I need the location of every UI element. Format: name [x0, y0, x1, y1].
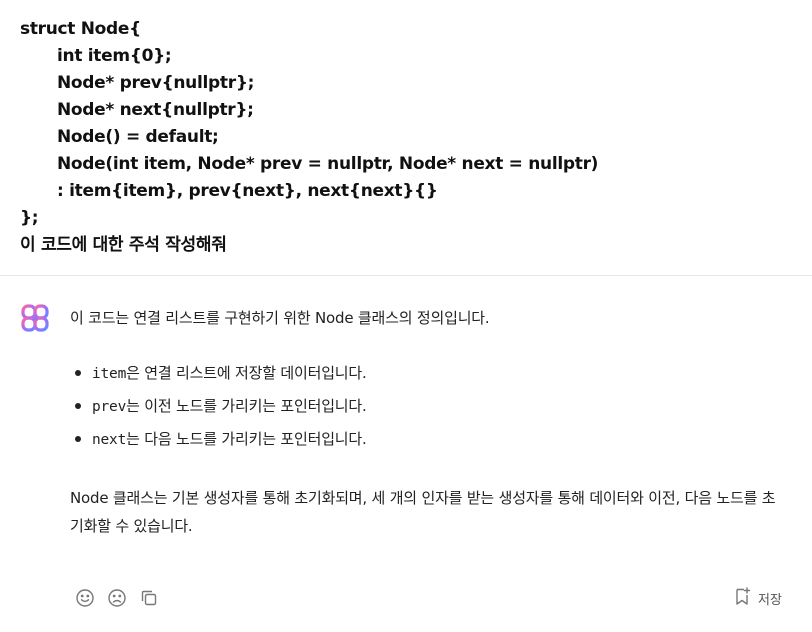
message-action-bar — [74, 587, 160, 609]
answer-bullet-list: item은 연결 리스트에 저장할 데이터입니다. prev는 이전 노드를 가… — [70, 361, 367, 460]
bullet-text: 는 이전 노드를 가리키는 포인터입니다. — [126, 397, 367, 415]
save-button[interactable]: 저장 — [734, 587, 782, 609]
bookmark-add-icon — [734, 586, 752, 610]
inline-code: next — [92, 432, 127, 448]
user-message-line: Node() = default; — [57, 127, 219, 147]
answer-intro: 이 코드는 연결 리스트를 구현하기 위한 Node 클래스의 정의입니다. — [70, 309, 490, 327]
list-item: next는 다음 노드를 가리키는 포인터입니다. — [70, 427, 367, 460]
answer-summary: Node 클래스는 기본 생성자를 통해 초기화되며, 세 개의 인자를 받는 … — [70, 489, 776, 535]
bullet-dot — [75, 436, 81, 442]
bullet-dot — [75, 370, 81, 376]
list-item: item은 연결 리스트에 저장할 데이터입니다. — [70, 361, 367, 394]
assistant-message: 이 코드는 연결 리스트를 구현하기 위한 Node 클래스의 정의입니다. i… — [70, 306, 790, 535]
user-message-line: 이 코드에 대한 주석 작성해줘 — [20, 235, 227, 255]
assistant-logo-icon — [20, 303, 50, 333]
user-message-line: }; — [20, 208, 39, 228]
inline-code: item — [92, 366, 127, 382]
user-message-line: struct Node{ — [20, 19, 141, 39]
user-message-line: Node* next{nullptr}; — [57, 100, 254, 120]
message-divider — [0, 275, 812, 276]
save-label: 저장 — [758, 592, 782, 608]
user-message-line: : item{item}, prev{next}, next{next}{} — [57, 181, 438, 201]
inline-code: prev — [92, 399, 127, 415]
copy-icon[interactable] — [138, 587, 160, 609]
bullet-text: 는 다음 노드를 가리키는 포인터입니다. — [126, 430, 367, 448]
user-message-line: Node(int item, Node* prev = nullptr, Nod… — [57, 154, 599, 174]
list-item: prev는 이전 노드를 가리키는 포인터입니다. — [70, 394, 367, 427]
bullet-dot — [75, 403, 81, 409]
chat-page: struct Node{ int item{0}; Node* prev{nul… — [0, 0, 812, 632]
user-message: struct Node{ int item{0}; Node* prev{nul… — [20, 16, 800, 259]
smile-icon[interactable] — [74, 587, 96, 609]
bullet-text: 은 연결 리스트에 저장할 데이터입니다. — [126, 364, 367, 382]
user-message-line: int item{0}; — [57, 46, 172, 66]
frown-icon[interactable] — [106, 587, 128, 609]
user-message-line: Node* prev{nullptr}; — [57, 73, 255, 93]
